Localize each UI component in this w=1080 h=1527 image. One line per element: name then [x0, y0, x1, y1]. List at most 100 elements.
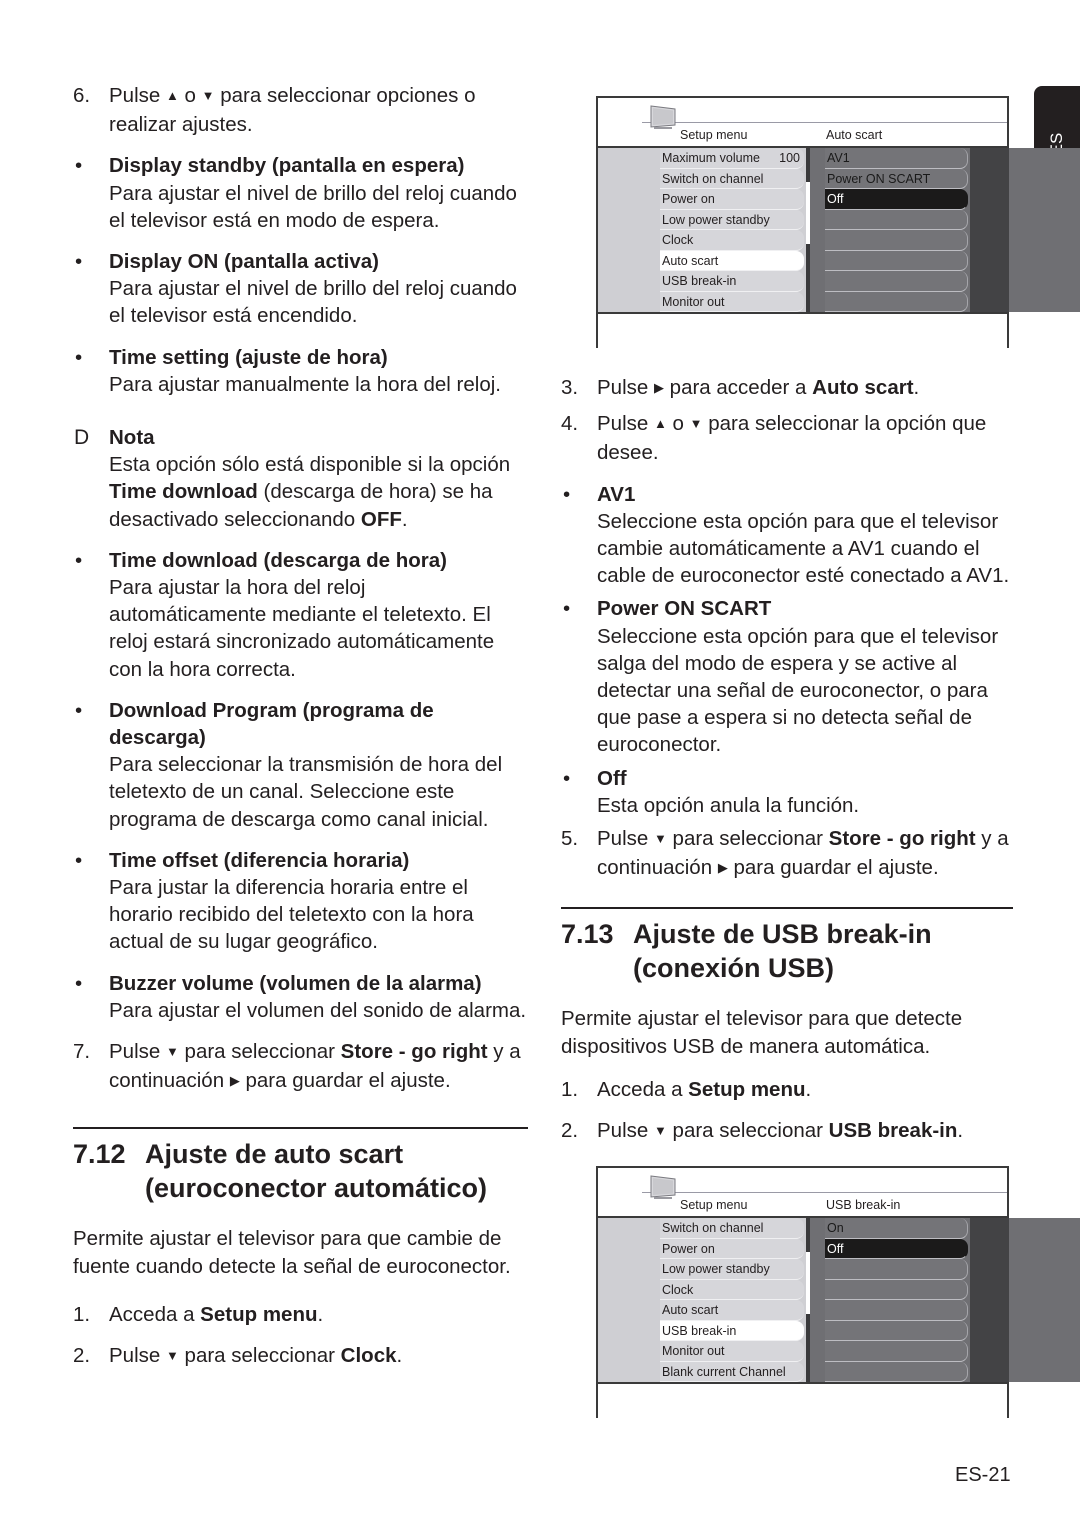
- page-number: ES-21: [955, 1464, 1011, 1486]
- osd-option-item[interactable]: Off: [825, 1238, 968, 1259]
- osd-menu-item[interactable]: Low power standby: [660, 1259, 804, 1280]
- step-text: Pulse: [597, 376, 654, 399]
- osd-menu-item[interactable]: Clock: [660, 230, 804, 251]
- step-text: Acceda a: [109, 1302, 201, 1326]
- bullet-title: Power ON SCART: [597, 597, 772, 621]
- right-column: 3. Pulse ▶ para acceder a Auto scart. 4.…: [561, 374, 1013, 1160]
- osd-option-item[interactable]: [825, 1320, 968, 1341]
- down-arrow-icon: ▼: [689, 416, 703, 432]
- osd-menu-item[interactable]: USB break-in: [660, 271, 804, 292]
- osd-menu-item[interactable]: Power on: [660, 1238, 804, 1259]
- note-text-part: Esta opción sólo está disponible si la o…: [109, 453, 511, 477]
- bullet-power-on-scart: • Power ON SCART Seleccione esta opción …: [561, 595, 1013, 758]
- osd-left-title: Setup menu: [680, 128, 748, 142]
- osd-menu-item-label: Maximum volume: [662, 151, 760, 165]
- osd-menu-item-label: USB break-in: [662, 274, 737, 288]
- osd-option-item[interactable]: Power ON SCART: [825, 168, 968, 189]
- step-text: Pulse: [597, 1119, 654, 1143]
- osd-menu-item[interactable]: Auto scart: [660, 250, 804, 271]
- osd-option-item[interactable]: [825, 271, 968, 292]
- osd-menu-item[interactable]: Power on: [660, 189, 804, 210]
- bullet-title: Time download (descarga de hora): [109, 548, 447, 572]
- bullet-icon: •: [563, 482, 571, 506]
- step-number: 2.: [561, 1119, 579, 1143]
- step-bold: Setup menu: [200, 1302, 318, 1326]
- osd-menu-item-label: Switch on channel: [662, 171, 764, 186]
- bullet-title: Display standby (pantalla en espera): [109, 154, 465, 178]
- bullet-icon: •: [75, 548, 83, 572]
- osd-option-item[interactable]: On: [825, 1218, 968, 1239]
- osd-menu-item[interactable]: Monitor out: [660, 1341, 804, 1362]
- step-number: 5.: [561, 827, 579, 851]
- osd-menu-item[interactable]: Auto scart: [660, 1300, 804, 1321]
- osd-option-item[interactable]: [825, 1279, 968, 1300]
- bullet-time-download: • Time download (descarga de hora) Para …: [73, 547, 528, 683]
- osd-option-item[interactable]: [825, 1300, 968, 1321]
- right-arrow-icon: ▶: [653, 380, 664, 395]
- osd-menu-item[interactable]: Low power standby: [660, 209, 804, 230]
- osd-left-title: Setup menu: [680, 1198, 748, 1212]
- osd-menu-item[interactable]: Blank current Channel: [660, 1361, 804, 1382]
- bullet-off: • Off Esta opción anula la función.: [561, 765, 1013, 819]
- osd-option-item[interactable]: [825, 209, 968, 230]
- step-6: 6. Pulse ▲ o ▼ para seleccionar opciones…: [73, 82, 528, 138]
- osd-scrollbar-thumb[interactable]: [806, 182, 810, 244]
- bullet-icon: •: [75, 848, 83, 872]
- note-text-part: .: [401, 507, 408, 531]
- osd-menu-list: Maximum volume 100 Switch on channel Power …: [660, 148, 804, 312]
- note-bold: Time download: [109, 480, 258, 504]
- step-text: para seleccionar: [178, 1040, 341, 1064]
- step-text: para seleccionar: [666, 827, 829, 851]
- step-bold: USB break-in: [828, 1119, 958, 1143]
- osd-menu-item-label: Power on: [662, 1241, 715, 1256]
- osd-scrollbar-thumb[interactable]: [806, 1252, 810, 1314]
- section-number: 7.12: [73, 1138, 126, 1169]
- osd-option-item[interactable]: [825, 1341, 968, 1362]
- osd-option-item[interactable]: [825, 250, 968, 271]
- bullet-icon: •: [563, 597, 571, 621]
- tv-icon: [650, 1175, 676, 1199]
- bullet-desc: Para justar la diferencia horaria entre …: [109, 876, 474, 954]
- osd-option-item[interactable]: AV1: [825, 148, 968, 169]
- step-bold: Auto scart: [812, 376, 914, 399]
- bullet-time-offset: • Time offset (diferencia horaria) Para …: [73, 847, 528, 956]
- step-7: 7. Pulse ▼ para seleccionar Store - go r…: [73, 1038, 528, 1096]
- step-5: 5. Pulse ▼ para seleccionar Store - go r…: [561, 825, 1013, 883]
- note-bold: OFF: [360, 507, 402, 531]
- osd-option-item[interactable]: Off: [825, 189, 968, 210]
- osd-option-item[interactable]: [825, 1259, 968, 1280]
- section-intro: Permite ajustar el televisor para que de…: [561, 1007, 963, 1058]
- section-7-13-step-1: 1. Acceda a Setup menu.: [561, 1076, 1013, 1103]
- up-arrow-icon: ▲: [165, 88, 179, 103]
- osd-right-title: USB break-in: [826, 1198, 901, 1212]
- osd-option-item[interactable]: [825, 291, 968, 312]
- down-arrow-icon: ▼: [653, 831, 667, 847]
- step-text: para acceder a: [663, 376, 813, 399]
- osd-menu-item-label: Monitor out: [662, 294, 725, 309]
- osd-menu-item[interactable]: USB break-in: [660, 1320, 804, 1341]
- bullet-desc: Para ajustar el nivel de brillo del relo…: [109, 277, 517, 328]
- osd-menu-item[interactable]: Clock: [660, 1279, 804, 1300]
- tv-icon: [650, 105, 676, 129]
- step-text: Pulse: [597, 827, 654, 851]
- up-arrow-icon: ▲: [653, 416, 667, 432]
- step-text: Pulse: [109, 84, 166, 107]
- osd-menu-item[interactable]: Switch on channel: [660, 168, 804, 189]
- section-title-text: Ajuste de auto scart (euroconector autom…: [145, 1138, 488, 1203]
- step-number: 2.: [73, 1343, 91, 1367]
- osd-menu-item[interactable]: Switch on channel: [660, 1218, 804, 1239]
- osd-menu-item[interactable]: Monitor out: [660, 291, 804, 312]
- osd-menu-item[interactable]: Maximum volume 100: [660, 148, 804, 169]
- osd-body: Switch on channel Power on Low power stand…: [598, 1218, 1080, 1382]
- osd-option-item[interactable]: [825, 230, 968, 251]
- osd-header-line: [642, 122, 1007, 123]
- osd-footer: [598, 312, 1007, 348]
- osd-option-item[interactable]: [825, 1361, 968, 1382]
- bullet-title: Off: [597, 766, 627, 790]
- down-arrow-icon: ▼: [653, 1123, 667, 1139]
- bullet-time-setting: • Time setting (ajuste de hora) Para aju…: [73, 344, 528, 398]
- step-3: 3. Pulse ▶ para acceder a Auto scart.: [561, 374, 1013, 403]
- bullet-title: Display ON (pantalla activa): [109, 250, 380, 274]
- osd-option-list: On Off: [825, 1218, 968, 1382]
- step-4: 4. Pulse ▲ o ▼ para seleccionar la opció…: [561, 410, 1013, 466]
